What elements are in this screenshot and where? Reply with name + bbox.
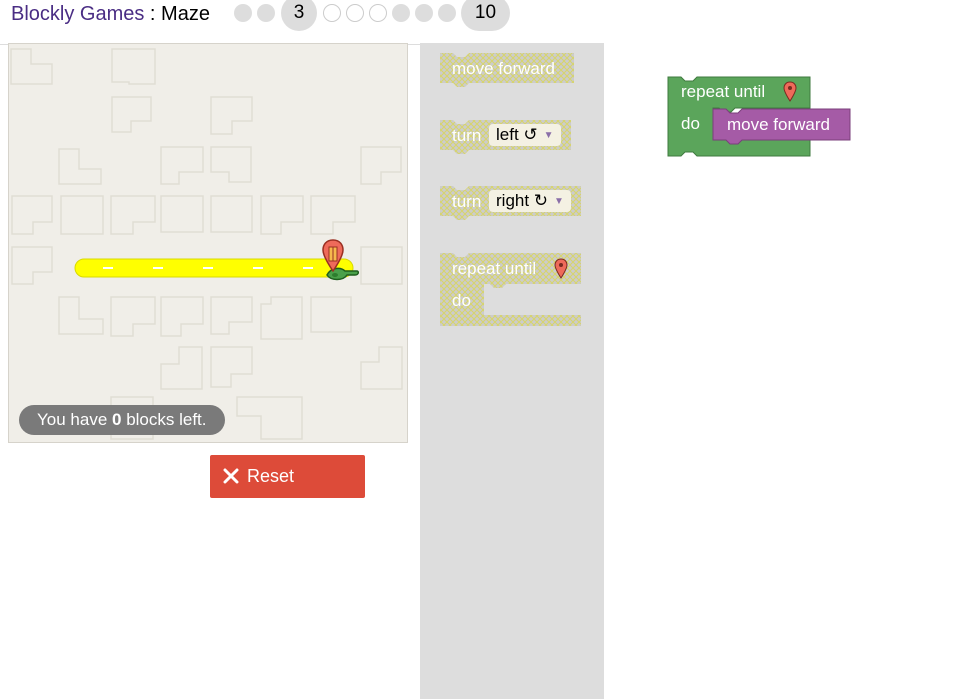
toolbox-flyout: move forward turn left ↺ ▼ turn right ↻ ▼ …: [420, 43, 604, 699]
level-8-link[interactable]: [415, 4, 433, 22]
close-icon: [223, 468, 239, 484]
capacity-suffix: blocks left.: [121, 410, 207, 429]
dropdown-arrow-icon: ▼: [543, 130, 554, 141]
repeat-do-label: do: [452, 291, 471, 310]
reset-label: Reset: [247, 466, 295, 486]
level-4-link[interactable]: [323, 4, 341, 22]
move-forward-label: move forward: [452, 59, 555, 78]
level-5-link[interactable]: [346, 4, 364, 22]
blocks-left-status: You have 0 blocks left.: [19, 405, 225, 435]
maze-path: [74, 258, 354, 278]
level-6-link[interactable]: [369, 4, 387, 22]
header: Blockly Games : Maze 3 10: [0, 0, 966, 45]
maze-canvas: You have 0 blocks left.: [8, 43, 408, 443]
map-marker-icon: [554, 258, 568, 279]
turn-left-label: turn: [452, 126, 482, 145]
game-name: Maze: [161, 3, 210, 25]
turn-right-option: right ↻: [496, 191, 549, 210]
level-7-link[interactable]: [392, 4, 410, 22]
turn-left-dropdown[interactable]: left ↺ ▼: [489, 124, 561, 146]
turn-left-option: left ↺: [496, 125, 538, 144]
turn-right-label: turn: [452, 192, 482, 211]
page-title: Blockly Games : Maze: [11, 2, 210, 26]
turn-right-dropdown[interactable]: right ↻ ▼: [489, 190, 571, 212]
level-1-link[interactable]: [234, 4, 252, 22]
reset-button[interactable]: Reset: [210, 455, 365, 498]
capacity-prefix: You have: [37, 410, 112, 429]
level-9-link[interactable]: [438, 4, 456, 22]
blocks-workspace[interactable]: repeat until do move forward: [604, 44, 966, 699]
title-separator: :: [144, 3, 162, 25]
workspace-do-label: do: [681, 114, 700, 133]
workspace-block-shapes: [667, 76, 851, 157]
level-3-current[interactable]: 3: [281, 0, 317, 31]
map-marker-icon: [322, 239, 344, 273]
level-2-link[interactable]: [257, 4, 275, 22]
dropdown-arrow-icon: ▼: [554, 196, 564, 207]
workspace-repeat-until-label: repeat until: [681, 82, 766, 101]
repeat-until-label: repeat until: [452, 259, 537, 278]
level-10-link[interactable]: 10: [461, 0, 510, 31]
map-marker-icon: [783, 81, 797, 102]
workspace-move-forward-label: move forward: [727, 115, 830, 134]
app-name-link[interactable]: Blockly Games: [11, 3, 144, 25]
